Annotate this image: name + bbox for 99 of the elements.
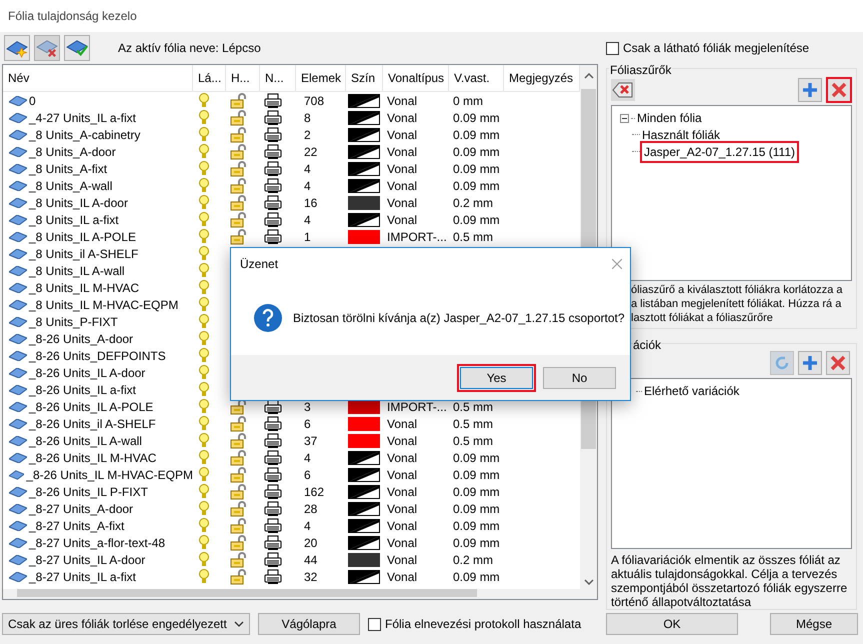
dialog-title: Üzenet [240, 256, 278, 273]
table-cell: Vonal [387, 485, 418, 499]
table-cell: 0.09 mm [453, 179, 500, 193]
table-cell: 0.09 mm [453, 502, 500, 516]
table-cell: 0.09 mm [453, 468, 500, 482]
dialog-message: Biztosan törölni kívánja a(z) Jasper_A2-07_1.27.15 csoportot? [293, 310, 625, 326]
layer-name: _8-26 Units_il A-SHELF [29, 416, 156, 433]
layer-name: _8-26 Units_IL A-wall [29, 433, 142, 450]
layer-name: _8 Units_il A-SHELF [29, 246, 138, 263]
layer-name: _8 Units_A-cabinetry [29, 127, 140, 144]
table-cell: 0.09 mm [453, 128, 500, 142]
table-cell: Vonal [387, 179, 418, 193]
layer-name: _8-26 Units_IL a-fixt [29, 382, 136, 399]
table-cell: 4 [304, 519, 311, 533]
table-cell: 0.2 mm [453, 553, 494, 567]
layer-name: _8-27 Units_A-fixt [29, 518, 124, 535]
table-cell: 0.09 mm [453, 111, 500, 125]
table-cell: 708 [304, 94, 324, 108]
table-cell: Vonal [387, 128, 418, 142]
layer-name: _8-26 Units_A-door [29, 331, 134, 348]
layer-name: _8 Units_IL M-HVAC [29, 280, 140, 297]
layer-name: _8-26 Units_IL M-HVAC-EQPM [26, 467, 193, 484]
table-cell: Vonal [387, 196, 418, 210]
table-cell: 162 [304, 485, 324, 499]
table-cell: 0.5 mm [453, 417, 494, 431]
layer-name: _8 Units_A-wall [29, 178, 112, 195]
table-cell: 0.09 mm [453, 162, 500, 176]
layer-name: _8-26 Units_IL A-door [29, 365, 146, 382]
layer-name: _8-27 Units_IL A-door [29, 552, 146, 569]
table-cell: Vonal [387, 434, 418, 448]
table-cell: 2 [304, 128, 311, 142]
table-cell: Vonal [387, 417, 418, 431]
table-cell: 3 [304, 400, 311, 414]
table-cell: Vonal [387, 162, 418, 176]
table-cell: IMPORT-... [387, 400, 447, 414]
layer-name: _8 Units_IL M-HVAC-EQPM [29, 297, 178, 314]
active-layer-label: Az aktív fólia neve: Lépcso [118, 40, 261, 57]
table-cell: 0.09 mm [453, 519, 500, 533]
table-cell: Vonal [387, 502, 418, 516]
layer-name: _8-26 Units_IL A-POLE [29, 399, 154, 416]
table-cell: 32 [304, 570, 318, 584]
layer-name: _8 Units_IL A-door [29, 195, 128, 212]
checkbox-label: Fólia elnevezési protokoll használata [385, 616, 582, 633]
layer-name: _8 Units_IL A-wall [29, 263, 125, 280]
table-cell: 37 [304, 434, 318, 448]
layer-name: _8 Units_IL a-fixt [29, 212, 119, 229]
table-cell: 0.2 mm [453, 196, 494, 210]
table-cell: 0.5 mm [453, 434, 494, 448]
table-cell: 8 [304, 111, 311, 125]
table-cell: Vonal [387, 468, 418, 482]
layer-name: _8-26 Units_IL P-FIXT [29, 484, 148, 501]
table-cell: Vonal [387, 553, 418, 567]
table-cell: Vonal [387, 536, 418, 550]
table-cell: IMPORT-... [387, 230, 447, 244]
table-cell: Vonal [387, 213, 418, 227]
table-cell: Vonal [387, 145, 418, 159]
layer-name: _8 Units_P-FIXT [29, 314, 118, 331]
table-cell: 0.09 mm [453, 213, 500, 227]
table-cell: 4 [304, 162, 311, 176]
table-cell: Vonal [387, 570, 418, 584]
table-cell: 4 [304, 451, 311, 465]
layer-name: _8 Units_IL A-POLE [29, 229, 136, 246]
table-cell: 0 mm [453, 94, 483, 108]
layer-name: _8 Units_A-fixt [29, 161, 108, 178]
window-title: Fólia tulajdonság kezelo [8, 8, 137, 25]
help-text: óliaszűrő a kiválasztott fóliákra korlátozza a [631, 283, 843, 297]
table-cell: Vonal [387, 111, 418, 125]
table-cell: 0.5 mm [453, 400, 494, 414]
table-cell: 6 [304, 417, 311, 431]
layer-name: _8 Units_A-door [29, 144, 116, 161]
table-cell: 4 [304, 179, 311, 193]
layer-name: _8-27 Units_IL a-fixt [29, 569, 136, 586]
table-cell: 22 [304, 145, 318, 159]
table-cell: 0.09 mm [453, 145, 500, 159]
table-cell: 0.09 mm [453, 570, 500, 584]
layer-name: _8-27 Units_A-door [29, 501, 134, 518]
layer-name: _8-27 Units_a-flor-text-48 [29, 535, 166, 552]
table-cell: 0.09 mm [453, 536, 500, 550]
layer-name: _8-26 Units_IL M-HVAC [29, 450, 156, 467]
layer-name: 0 [29, 93, 36, 110]
layer-name: _8-26 Units_DEFPOINTS [29, 348, 166, 365]
table-cell: 6 [304, 468, 311, 482]
layer-name: _4-27 Units_IL a-fixt [29, 110, 136, 127]
help-text: A fóliavariációk elmentik az összes fóliát az aktuális tulajdonságokkal. Célja a tervezés szempontjából összetartozó fóliák egyszerre történő állapotváltoztatása [611, 553, 848, 609]
help-text: a listában megjelenített fóliákat. Húzza rá a [631, 297, 842, 311]
table-cell: 4 [304, 213, 311, 227]
table-cell: 44 [304, 553, 318, 567]
table-cell: 0.5 mm [453, 230, 494, 244]
table-cell: 20 [304, 536, 318, 550]
table-cell: 16 [304, 196, 318, 210]
table-cell: Vonal [387, 94, 418, 108]
table-cell: 1 [304, 230, 311, 244]
table-cell: 28 [304, 502, 318, 516]
table-cell: 0.09 mm [453, 451, 500, 465]
table-cell: Vonal [387, 451, 418, 465]
checkbox-label: Csak a látható fóliák megjelenítése [623, 40, 810, 57]
table-cell: 0.09 mm [453, 485, 500, 499]
table-cell: Vonal [387, 519, 418, 533]
help-text: lasztott fóliákat a fóliaszűrőre [631, 311, 773, 325]
